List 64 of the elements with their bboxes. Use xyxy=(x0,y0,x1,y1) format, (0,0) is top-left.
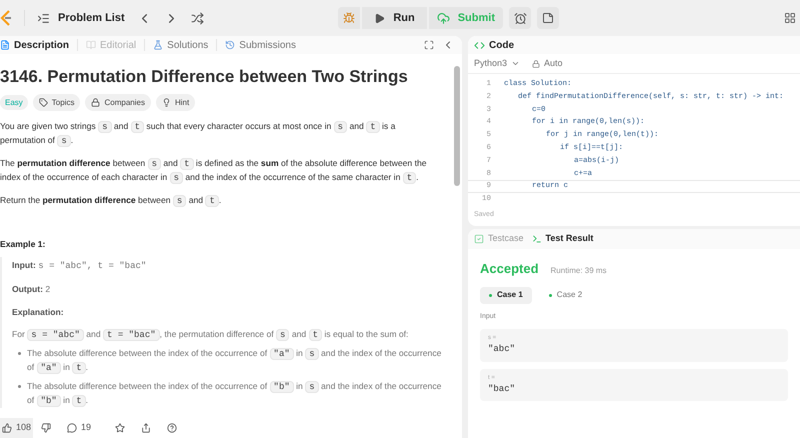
dislike-icon[interactable] xyxy=(41,423,52,433)
logo-icon[interactable] xyxy=(0,10,12,26)
result-tab[interactable]: Test Result xyxy=(532,232,594,246)
lock-icon xyxy=(91,98,100,107)
auto-mode: Auto xyxy=(544,56,563,70)
lock-icon xyxy=(532,60,540,68)
code-icon xyxy=(474,40,485,50)
tag-button[interactable]: Hint xyxy=(156,94,196,111)
panel-tab[interactable]: Solutions xyxy=(153,38,208,52)
play-icon xyxy=(374,12,386,24)
description-paragraph: The permutation difference between s and t is defined as the sum of the absolute difference between the index of the occurrence of each character in s and the index of the occurrence of the same character in t . xyxy=(0,157,428,185)
history-icon xyxy=(225,40,236,50)
list-icon xyxy=(37,12,50,24)
input-value: "abc" xyxy=(488,343,516,356)
explanation-item: The absolute difference between the index of the occurrence of "b" in s and the index of the occurrence of "b" in t . xyxy=(27,380,442,408)
note-icon xyxy=(542,12,554,24)
thumbs-up-icon xyxy=(2,423,12,433)
help-icon[interactable] xyxy=(167,423,178,433)
book-icon xyxy=(86,40,96,50)
maximize-icon[interactable] xyxy=(424,40,434,50)
runtime: Runtime: 39 ms xyxy=(550,265,607,277)
code-tab[interactable]: Code xyxy=(489,38,514,52)
bullet-icon xyxy=(18,385,21,388)
terminal-icon xyxy=(532,234,542,244)
description-paragraph: You are given two strings s and t such that every character occurs at most once in s and t is a permutation of s . xyxy=(0,120,396,148)
description-paragraph: Return the permutation difference between s and t . xyxy=(0,194,222,208)
difficulty-badge: Easy xyxy=(0,95,28,110)
bug-icon xyxy=(343,12,356,24)
run-button[interactable]: Run xyxy=(362,7,427,29)
output-text: Output: 2 xyxy=(12,283,52,296)
star-icon[interactable] xyxy=(115,423,126,433)
panel-tab[interactable]: Description xyxy=(0,38,70,52)
panel-tab[interactable]: Submissions xyxy=(225,38,296,52)
timer-button[interactable] xyxy=(509,7,531,29)
explanation-text: For s = "abc" and t = "bac" , the permutation difference of s and t is equal to the sum of: xyxy=(12,328,410,342)
case-tab[interactable]: Case 1 xyxy=(480,286,532,304)
tag-button[interactable]: Companies xyxy=(85,94,151,111)
alarm-clock-icon xyxy=(514,12,526,24)
explanation-label: Explanation: xyxy=(12,306,65,319)
input-value: "bac" xyxy=(488,382,516,396)
checkbox-icon xyxy=(474,234,484,244)
document-icon xyxy=(0,40,10,50)
explanation-item: The absolute difference between the index of the occurrence of "a" in s and the index of the occurrence of "a" in t . xyxy=(27,347,442,375)
example-heading: Example 1: xyxy=(0,238,46,251)
comment-icon xyxy=(67,423,78,433)
like-button[interactable]: 108 xyxy=(0,418,34,438)
problem-title: 3146. Permutation Difference between Two Strings xyxy=(0,66,409,88)
case-tab[interactable]: Case 2 xyxy=(540,286,592,304)
problem-list-link[interactable]: Problem List xyxy=(58,10,125,26)
verdict: Accepted xyxy=(480,260,539,278)
layout-icon[interactable] xyxy=(784,12,796,24)
lightbulb-icon xyxy=(162,98,171,107)
shuffle-icon[interactable] xyxy=(190,12,204,24)
cloud-upload-icon xyxy=(436,12,450,24)
share-icon[interactable] xyxy=(141,423,152,433)
tag-icon xyxy=(38,98,48,107)
language-select[interactable]: Python3 xyxy=(474,56,520,70)
chevron-down-icon xyxy=(511,59,520,68)
flask-icon xyxy=(153,40,164,50)
input-text: Input: s = "abc", t = "bac" xyxy=(12,259,148,273)
tag-button[interactable]: Topics xyxy=(32,94,80,111)
bullet-icon xyxy=(18,352,21,355)
comments-button[interactable]: 19 xyxy=(67,421,92,435)
notes-button[interactable] xyxy=(537,7,559,29)
